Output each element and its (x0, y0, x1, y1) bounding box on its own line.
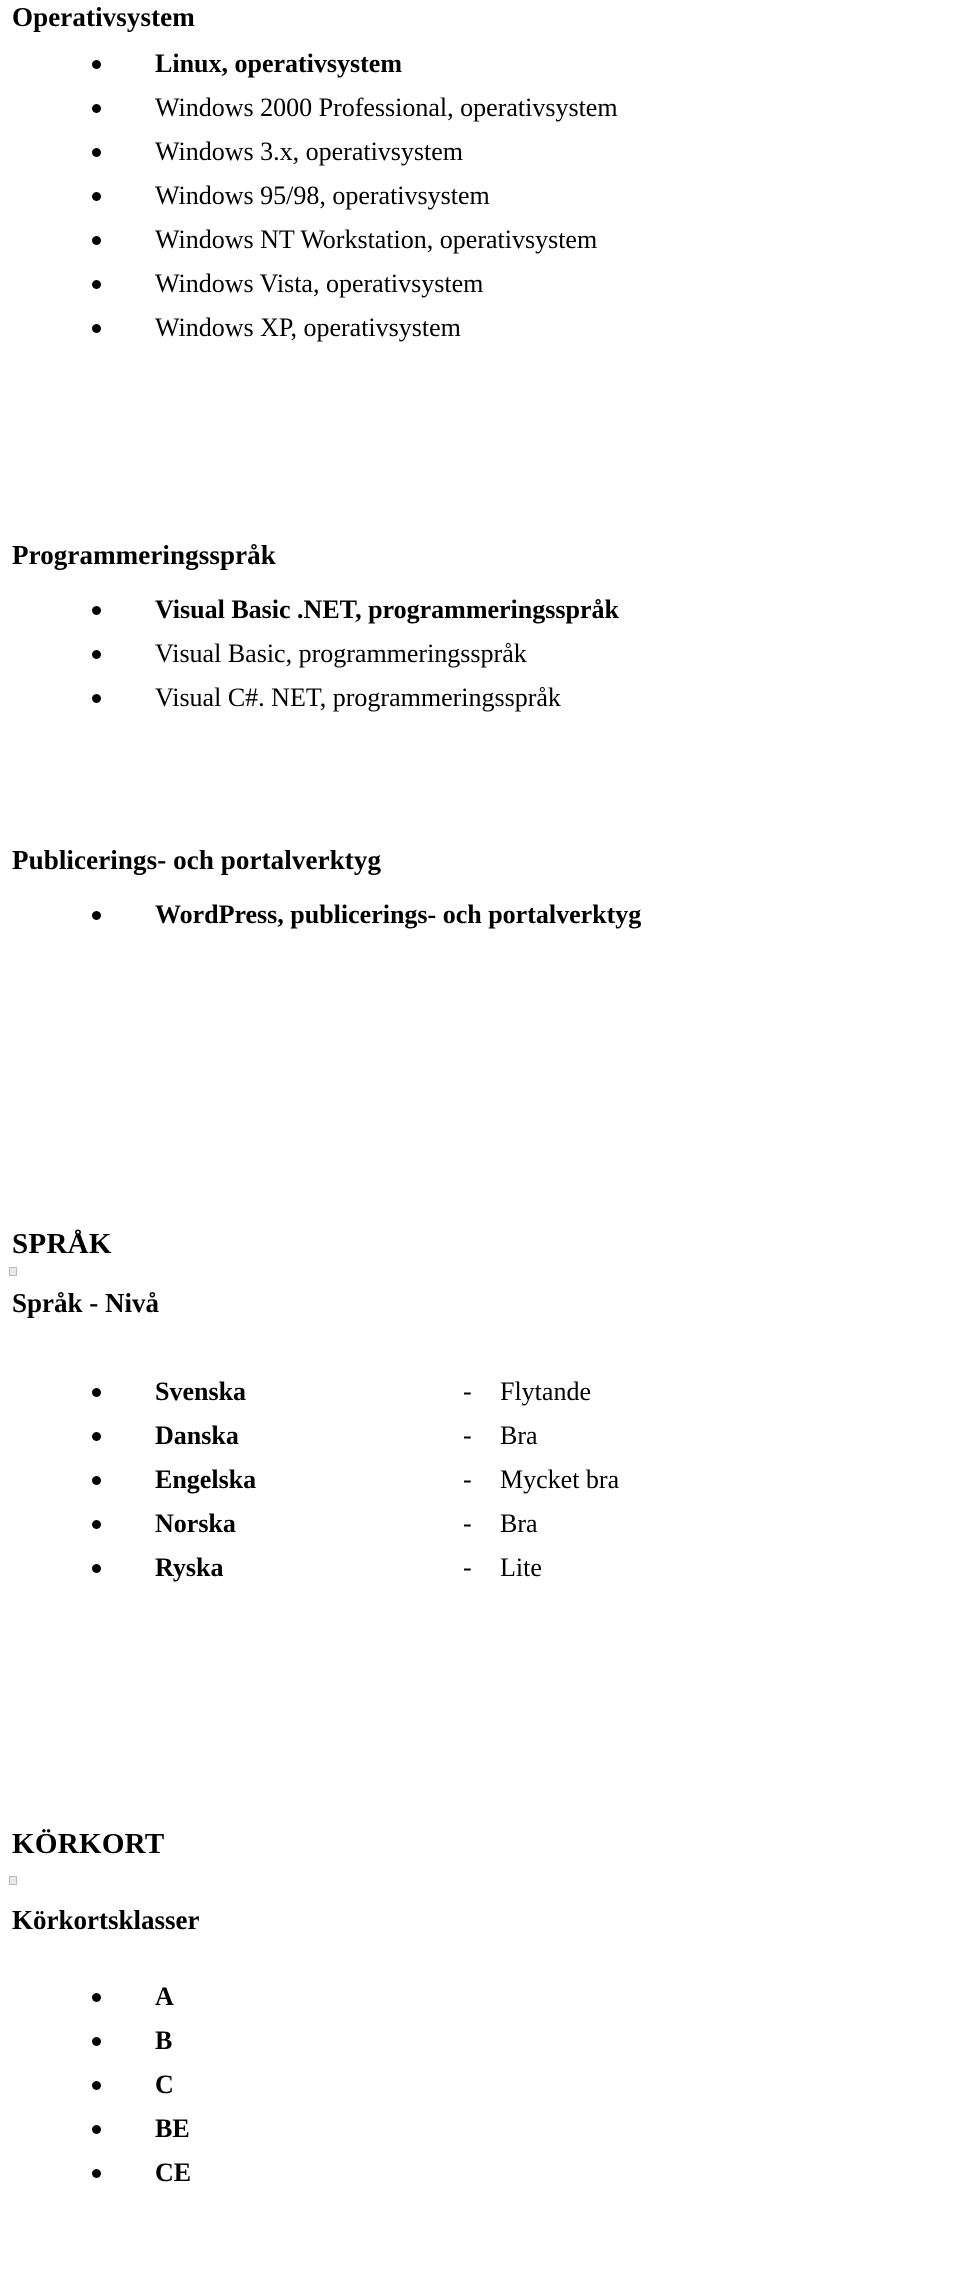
list-item-label: Windows 3.x, operativsystem (155, 137, 464, 166)
section-heading-programmeringssprak: Programmeringsspråk (12, 540, 276, 570)
section-heading-korkort: KÖRKORT (12, 1828, 165, 1860)
separator-dash: - (463, 1509, 472, 1538)
bullet-dot-icon (92, 148, 101, 157)
bullet-dot-icon (92, 192, 101, 201)
list-item-label: C (155, 2070, 174, 2099)
language-level: Lite (500, 1553, 542, 1582)
section-heading-operativsystem: Operativsystem (12, 2, 195, 32)
language-level: Flytande (500, 1377, 591, 1406)
list-item-label: Windows 2000 Professional, operativsyste… (155, 93, 618, 122)
list-item-label: Windows Vista, operativsystem (155, 269, 484, 298)
bullet-dot-icon (92, 1432, 101, 1441)
separator-dash: - (463, 1553, 472, 1582)
bullet-dot-icon (92, 1564, 101, 1573)
list-item-label: CE (155, 2158, 192, 2187)
language-name: Danska (155, 1421, 239, 1450)
separator-dash: - (463, 1377, 472, 1406)
list-item-label: Windows 95/98, operativsystem (155, 181, 490, 210)
bullet-dot-icon (92, 650, 101, 659)
list-item-label: Visual C#. NET, programmeringsspråk (155, 683, 561, 712)
list-item-label: BE (155, 2114, 190, 2143)
list-item-label: B (155, 2026, 173, 2055)
scan-artifact-mark (9, 1876, 17, 1885)
bullet-dot-icon (92, 1388, 101, 1397)
language-name: Ryska (155, 1553, 224, 1582)
separator-dash: - (463, 1421, 472, 1450)
language-level: Bra (500, 1421, 538, 1450)
subheading-sprak-niva: Språk - Nivå (12, 1288, 160, 1318)
bullet-dot-icon (92, 324, 101, 333)
bullet-dot-icon (92, 60, 101, 69)
list-item-label: Linux, operativsystem (155, 49, 402, 78)
bullet-dot-icon (92, 280, 101, 289)
subheading-korkortsklasser: Körkortsklasser (12, 1905, 200, 1935)
list-item-label: Windows NT Workstation, operativsystem (155, 225, 598, 254)
bullet-dot-icon (92, 2081, 101, 2090)
bullet-dot-icon (92, 104, 101, 113)
language-name: Svenska (155, 1377, 247, 1406)
list-item-label: Windows XP, operativsystem (155, 313, 461, 342)
language-name: Norska (155, 1509, 236, 1538)
section-heading-sprak: SPRÅK (12, 1228, 112, 1260)
bullet-dot-icon (92, 2125, 101, 2134)
language-name: Engelska (155, 1465, 257, 1494)
bullet-dot-icon (92, 2169, 101, 2178)
language-level: Mycket bra (500, 1465, 620, 1494)
document-page: Operativsystem Linux, operativsystem Win… (0, 0, 960, 2272)
bullet-dot-icon (92, 1993, 101, 2002)
bullet-dot-icon (92, 1476, 101, 1485)
bullet-dot-icon (92, 694, 101, 703)
bullet-dot-icon (92, 2037, 101, 2046)
list-item-label: A (155, 1982, 174, 2011)
separator-dash: - (463, 1465, 472, 1494)
list-item-label: Visual Basic .NET, programmeringsspråk (155, 595, 619, 624)
bullet-dot-icon (92, 1520, 101, 1529)
list-item-label: WordPress, publicerings- och portalverkt… (155, 900, 642, 929)
list-item-label: Visual Basic, programmeringsspråk (155, 639, 527, 668)
section-heading-publiceringsverktyg: Publicerings- och portalverktyg (12, 845, 382, 875)
bullet-dot-icon (92, 236, 101, 245)
scan-artifact-mark (9, 1267, 17, 1276)
language-level: Bra (500, 1509, 538, 1538)
bullet-dot-icon (92, 911, 101, 920)
bullet-dot-icon (92, 606, 101, 615)
